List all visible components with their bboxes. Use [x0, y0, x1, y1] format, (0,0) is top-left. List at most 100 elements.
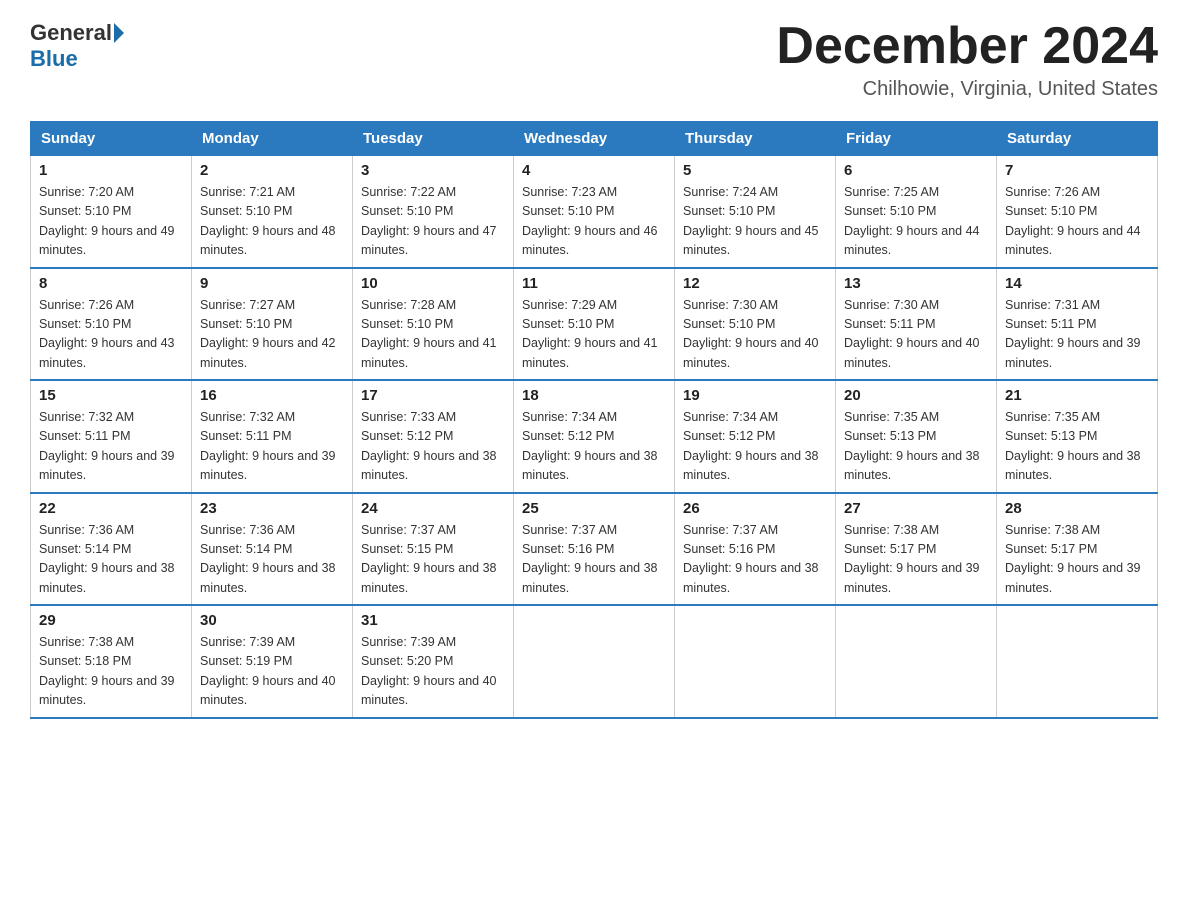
- day-number: 27: [844, 500, 988, 517]
- col-header-saturday: Saturday: [997, 122, 1158, 156]
- day-info: Sunrise: 7:30 AMSunset: 5:10 PMDaylight:…: [683, 298, 819, 370]
- calendar-cell: 11 Sunrise: 7:29 AMSunset: 5:10 PMDaylig…: [514, 268, 675, 381]
- day-info: Sunrise: 7:27 AMSunset: 5:10 PMDaylight:…: [200, 298, 336, 370]
- calendar-cell: 30 Sunrise: 7:39 AMSunset: 5:19 PMDaylig…: [192, 605, 353, 718]
- calendar-cell: 25 Sunrise: 7:37 AMSunset: 5:16 PMDaylig…: [514, 493, 675, 606]
- day-number: 5: [683, 162, 827, 179]
- day-number: 23: [200, 500, 344, 517]
- calendar-week-row: 1 Sunrise: 7:20 AMSunset: 5:10 PMDayligh…: [31, 156, 1158, 268]
- day-info: Sunrise: 7:39 AMSunset: 5:19 PMDaylight:…: [200, 635, 336, 707]
- day-info: Sunrise: 7:38 AMSunset: 5:17 PMDaylight:…: [844, 523, 980, 595]
- day-number: 11: [522, 275, 666, 292]
- col-header-sunday: Sunday: [31, 122, 192, 156]
- calendar-cell: 4 Sunrise: 7:23 AMSunset: 5:10 PMDayligh…: [514, 156, 675, 268]
- day-number: 28: [1005, 500, 1149, 517]
- location-subtitle: Chilhowie, Virginia, United States: [776, 78, 1158, 101]
- col-header-wednesday: Wednesday: [514, 122, 675, 156]
- day-number: 16: [200, 387, 344, 404]
- day-number: 30: [200, 612, 344, 629]
- day-number: 3: [361, 162, 505, 179]
- day-info: Sunrise: 7:26 AMSunset: 5:10 PMDaylight:…: [1005, 185, 1141, 257]
- calendar-cell: 21 Sunrise: 7:35 AMSunset: 5:13 PMDaylig…: [997, 380, 1158, 493]
- day-number: 1: [39, 162, 183, 179]
- calendar-cell: 13 Sunrise: 7:30 AMSunset: 5:11 PMDaylig…: [836, 268, 997, 381]
- calendar-cell: 16 Sunrise: 7:32 AMSunset: 5:11 PMDaylig…: [192, 380, 353, 493]
- calendar-header-row: SundayMondayTuesdayWednesdayThursdayFrid…: [31, 122, 1158, 156]
- day-number: 29: [39, 612, 183, 629]
- calendar-cell: 29 Sunrise: 7:38 AMSunset: 5:18 PMDaylig…: [31, 605, 192, 718]
- day-info: Sunrise: 7:35 AMSunset: 5:13 PMDaylight:…: [844, 410, 980, 482]
- day-number: 10: [361, 275, 505, 292]
- day-info: Sunrise: 7:34 AMSunset: 5:12 PMDaylight:…: [683, 410, 819, 482]
- day-number: 12: [683, 275, 827, 292]
- calendar-cell: 24 Sunrise: 7:37 AMSunset: 5:15 PMDaylig…: [353, 493, 514, 606]
- day-info: Sunrise: 7:36 AMSunset: 5:14 PMDaylight:…: [39, 523, 175, 595]
- calendar-cell: 31 Sunrise: 7:39 AMSunset: 5:20 PMDaylig…: [353, 605, 514, 718]
- day-number: 7: [1005, 162, 1149, 179]
- day-info: Sunrise: 7:23 AMSunset: 5:10 PMDaylight:…: [522, 185, 658, 257]
- day-info: Sunrise: 7:36 AMSunset: 5:14 PMDaylight:…: [200, 523, 336, 595]
- day-info: Sunrise: 7:37 AMSunset: 5:16 PMDaylight:…: [522, 523, 658, 595]
- col-header-tuesday: Tuesday: [353, 122, 514, 156]
- day-info: Sunrise: 7:29 AMSunset: 5:10 PMDaylight:…: [522, 298, 658, 370]
- day-number: 19: [683, 387, 827, 404]
- day-info: Sunrise: 7:26 AMSunset: 5:10 PMDaylight:…: [39, 298, 175, 370]
- day-info: Sunrise: 7:32 AMSunset: 5:11 PMDaylight:…: [39, 410, 175, 482]
- day-info: Sunrise: 7:31 AMSunset: 5:11 PMDaylight:…: [1005, 298, 1141, 370]
- calendar-cell: 19 Sunrise: 7:34 AMSunset: 5:12 PMDaylig…: [675, 380, 836, 493]
- calendar-cell: 14 Sunrise: 7:31 AMSunset: 5:11 PMDaylig…: [997, 268, 1158, 381]
- calendar-cell: 3 Sunrise: 7:22 AMSunset: 5:10 PMDayligh…: [353, 156, 514, 268]
- day-info: Sunrise: 7:38 AMSunset: 5:18 PMDaylight:…: [39, 635, 175, 707]
- day-number: 6: [844, 162, 988, 179]
- day-info: Sunrise: 7:20 AMSunset: 5:10 PMDaylight:…: [39, 185, 175, 257]
- calendar-cell: 12 Sunrise: 7:30 AMSunset: 5:10 PMDaylig…: [675, 268, 836, 381]
- day-info: Sunrise: 7:30 AMSunset: 5:11 PMDaylight:…: [844, 298, 980, 370]
- calendar-cell: 15 Sunrise: 7:32 AMSunset: 5:11 PMDaylig…: [31, 380, 192, 493]
- calendar-cell: 7 Sunrise: 7:26 AMSunset: 5:10 PMDayligh…: [997, 156, 1158, 268]
- day-info: Sunrise: 7:21 AMSunset: 5:10 PMDaylight:…: [200, 185, 336, 257]
- calendar-cell: [514, 605, 675, 718]
- calendar-cell: 27 Sunrise: 7:38 AMSunset: 5:17 PMDaylig…: [836, 493, 997, 606]
- day-number: 20: [844, 387, 988, 404]
- day-info: Sunrise: 7:25 AMSunset: 5:10 PMDaylight:…: [844, 185, 980, 257]
- col-header-friday: Friday: [836, 122, 997, 156]
- day-info: Sunrise: 7:33 AMSunset: 5:12 PMDaylight:…: [361, 410, 497, 482]
- day-number: 26: [683, 500, 827, 517]
- day-info: Sunrise: 7:38 AMSunset: 5:17 PMDaylight:…: [1005, 523, 1141, 595]
- day-info: Sunrise: 7:39 AMSunset: 5:20 PMDaylight:…: [361, 635, 497, 707]
- month-title: December 2024: [776, 20, 1158, 72]
- day-number: 17: [361, 387, 505, 404]
- calendar-cell: 23 Sunrise: 7:36 AMSunset: 5:14 PMDaylig…: [192, 493, 353, 606]
- calendar-cell: 18 Sunrise: 7:34 AMSunset: 5:12 PMDaylig…: [514, 380, 675, 493]
- day-number: 14: [1005, 275, 1149, 292]
- day-number: 22: [39, 500, 183, 517]
- day-number: 25: [522, 500, 666, 517]
- calendar-cell: 8 Sunrise: 7:26 AMSunset: 5:10 PMDayligh…: [31, 268, 192, 381]
- calendar-week-row: 29 Sunrise: 7:38 AMSunset: 5:18 PMDaylig…: [31, 605, 1158, 718]
- calendar-cell: 28 Sunrise: 7:38 AMSunset: 5:17 PMDaylig…: [997, 493, 1158, 606]
- calendar-cell: 26 Sunrise: 7:37 AMSunset: 5:16 PMDaylig…: [675, 493, 836, 606]
- logo-arrow-icon: [114, 23, 124, 43]
- calendar-cell: [836, 605, 997, 718]
- day-number: 31: [361, 612, 505, 629]
- calendar-cell: 1 Sunrise: 7:20 AMSunset: 5:10 PMDayligh…: [31, 156, 192, 268]
- calendar-cell: [997, 605, 1158, 718]
- day-number: 21: [1005, 387, 1149, 404]
- calendar-week-row: 22 Sunrise: 7:36 AMSunset: 5:14 PMDaylig…: [31, 493, 1158, 606]
- day-info: Sunrise: 7:34 AMSunset: 5:12 PMDaylight:…: [522, 410, 658, 482]
- day-info: Sunrise: 7:22 AMSunset: 5:10 PMDaylight:…: [361, 185, 497, 257]
- page-header: General Blue December 2024 Chilhowie, Vi…: [30, 20, 1158, 101]
- day-number: 13: [844, 275, 988, 292]
- title-block: December 2024 Chilhowie, Virginia, Unite…: [776, 20, 1158, 101]
- logo-general-text: General: [30, 20, 112, 46]
- logo-blue-text: Blue: [30, 46, 78, 71]
- day-info: Sunrise: 7:37 AMSunset: 5:15 PMDaylight:…: [361, 523, 497, 595]
- col-header-monday: Monday: [192, 122, 353, 156]
- calendar-week-row: 15 Sunrise: 7:32 AMSunset: 5:11 PMDaylig…: [31, 380, 1158, 493]
- logo: General Blue: [30, 20, 126, 72]
- calendar-cell: 6 Sunrise: 7:25 AMSunset: 5:10 PMDayligh…: [836, 156, 997, 268]
- day-info: Sunrise: 7:35 AMSunset: 5:13 PMDaylight:…: [1005, 410, 1141, 482]
- day-number: 8: [39, 275, 183, 292]
- calendar-table: SundayMondayTuesdayWednesdayThursdayFrid…: [30, 121, 1158, 719]
- day-number: 9: [200, 275, 344, 292]
